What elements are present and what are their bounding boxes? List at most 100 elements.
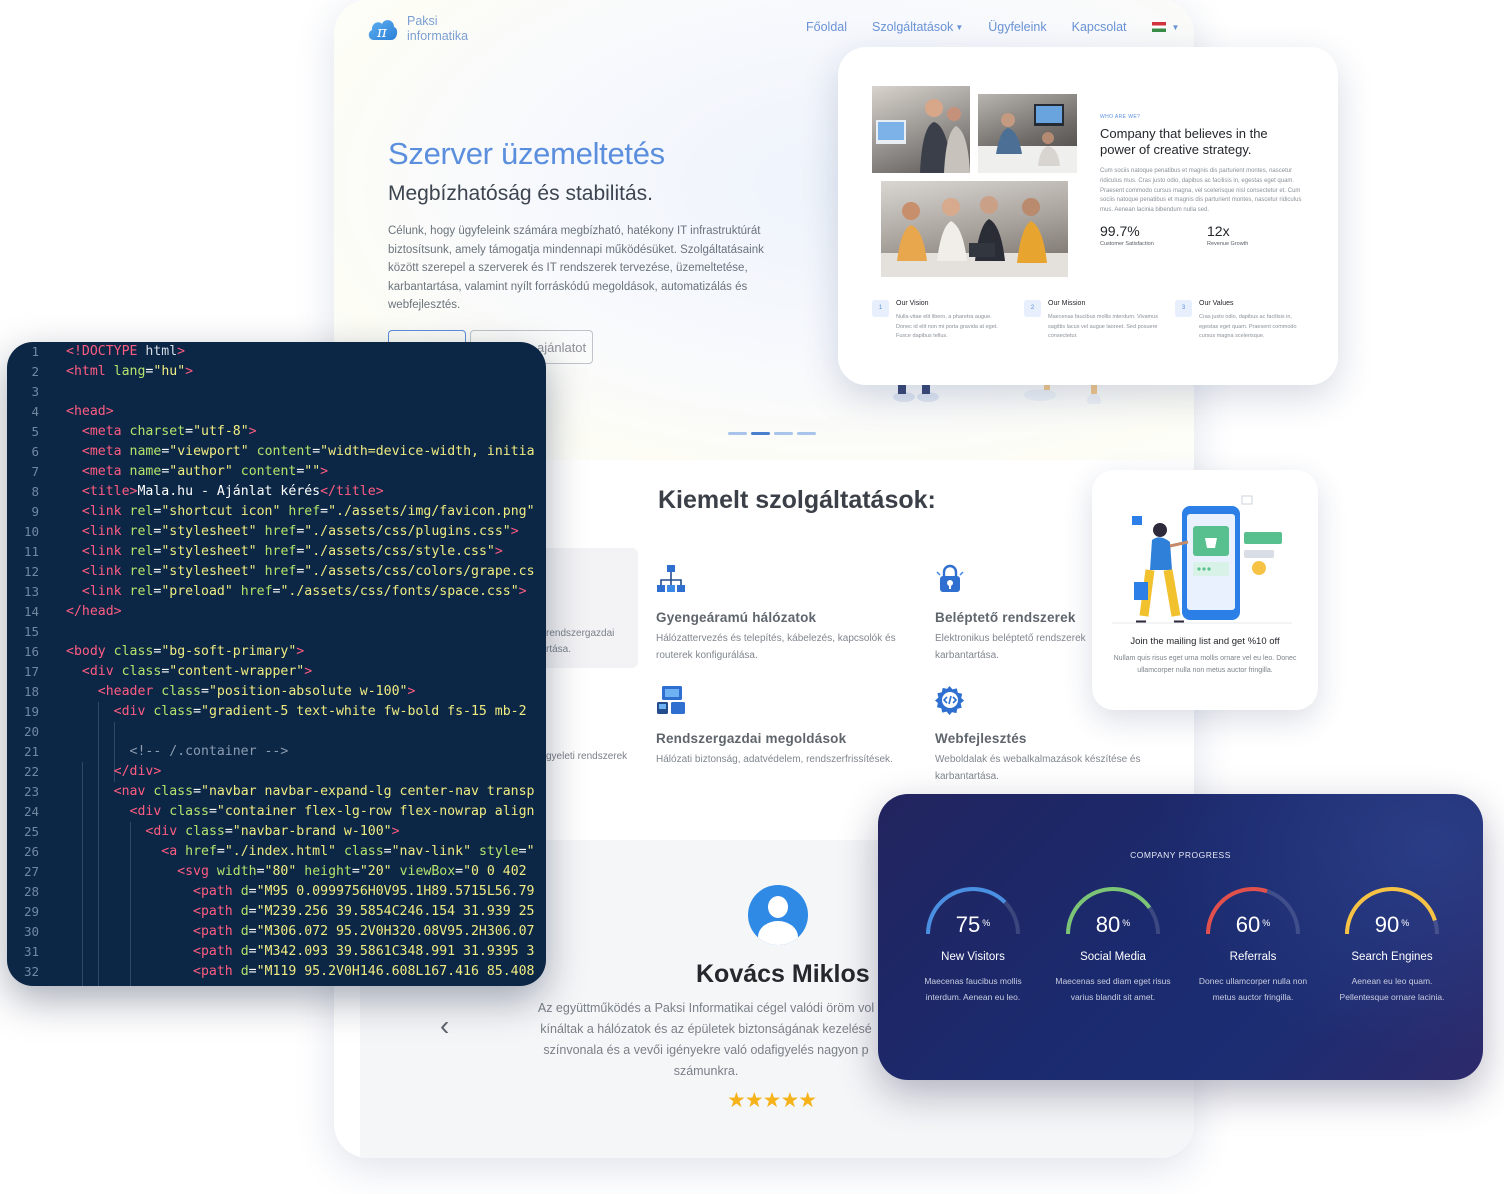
code-text: <title>Mala.hu - Ajánlat kérés</title>: [81, 484, 384, 499]
caret-down-icon: ▼: [955, 22, 964, 32]
gauge-unit: %: [1262, 918, 1271, 928]
services-section-title: Kiemelt szolgáltatások:: [658, 486, 936, 514]
about-card: WHO ARE WE? Company that believes in the…: [838, 47, 1338, 385]
line-number: 22: [23, 764, 39, 779]
service-item[interactable]: Gyengeáramú hálózatok Hálózattervezés és…: [656, 564, 896, 664]
company-progress-card: COMPANY PROGRESS 75% New Visitors Maecenas…: [878, 794, 1483, 1080]
network-icon: [657, 565, 685, 592]
code-text: <meta charset="utf-8">: [81, 424, 257, 439]
code-text: <!-- /.container -->: [66, 744, 289, 759]
nav-item-home[interactable]: Főoldal: [806, 20, 847, 34]
stat-value: 99.7%: [1100, 223, 1140, 239]
line-number: 4: [31, 404, 39, 419]
gauge-unit: %: [1401, 918, 1410, 928]
language-selector[interactable]: ▼: [1151, 22, 1180, 32]
stat-value: 12x: [1207, 223, 1230, 239]
gauge-value: 75%: [908, 912, 1038, 938]
line-number: 18: [23, 684, 39, 699]
shopping-phone-illustration: [1112, 495, 1292, 624]
item-text: Nulla vitae elit libero, a pharetra augu…: [896, 314, 998, 339]
code-text: <path d="M239.256 39.5854C246.154 31.939…: [193, 904, 535, 919]
nav-item-clients[interactable]: Ügyfeleink: [988, 20, 1046, 34]
button-label: ajánlatot: [537, 340, 587, 355]
testimonial-name: Kovács Miklos: [696, 960, 870, 988]
gauge-label: Social Media: [1080, 951, 1146, 963]
service-title: Webfejlesztés: [935, 731, 1027, 746]
item-title: Our Values: [1199, 300, 1234, 307]
gauge-number: 60: [1235, 912, 1261, 937]
cloud-pi-logo-icon: π: [366, 14, 398, 44]
progress-title: COMPANY PROGRESS: [1130, 850, 1231, 860]
about-title: Company that believes in the power of cr…: [1100, 126, 1268, 157]
line-number: 28: [23, 884, 39, 899]
service-title: Gyengeáramú hálózatok: [656, 610, 817, 625]
code-text: <link rel="stylesheet" href="./assets/cs…: [81, 564, 535, 579]
line-number: 32: [23, 964, 39, 979]
line-number: 24: [23, 804, 39, 819]
code-text: <nav class="navbar navbar-expand-lg cent…: [113, 784, 535, 799]
line-number: 5: [31, 424, 39, 439]
stat-item: 99.7% Customer Satisfaction: [1100, 223, 1154, 247]
service-description: Elektronikus beléptető rendszerek karban…: [935, 633, 1086, 661]
line-number: 15: [23, 624, 39, 639]
code-text: <body class="bg-soft-primary">: [66, 644, 305, 659]
nav-label: Kapcsolat: [1071, 20, 1127, 34]
code-text: <link rel="preload" href="./assets/css/f…: [81, 584, 527, 599]
item-text: Cras justo odio, dapibus ac facilisis in…: [1199, 314, 1297, 339]
carousel-dot[interactable]: [797, 432, 816, 435]
code-text: <path d="M306.072 95.2V0H320.08V95.2H306…: [193, 924, 535, 939]
item-title: Our Mission: [1048, 300, 1086, 307]
code-text: </div>: [113, 764, 162, 779]
line-number: 11: [23, 544, 39, 559]
item-title: Our Vision: [896, 300, 929, 307]
gauge-description: Maecenas faucibus mollis interdum. Aenea…: [924, 976, 1022, 1002]
code-text: </head>: [66, 604, 122, 619]
nav-item-services[interactable]: Szolgáltatások ▼: [872, 20, 963, 34]
number-badge: 3: [1175, 300, 1192, 317]
line-number: 26: [23, 844, 39, 859]
line-number: 3: [31, 384, 39, 399]
gauge-number: 75: [955, 912, 981, 937]
stat-label: Revenue Growth: [1207, 241, 1249, 247]
illustration-feet-icon: [893, 382, 939, 402]
code-text: <html lang="hu">: [66, 364, 194, 379]
service-fragment-text: gyeleti rendszerek: [546, 751, 628, 762]
testimonial-quote: Az együttműködés a Paksi Informatikai cé…: [537, 1001, 875, 1078]
line-number: 14: [23, 604, 39, 619]
caret-down-icon: ▼: [1171, 22, 1180, 32]
nav-item-contact[interactable]: Kapcsolat: [1072, 20, 1127, 34]
service-item[interactable]: Beléptető rendszerek Elektronikus belépt…: [935, 564, 1087, 664]
rating-stars: ★★★★★: [727, 1089, 817, 1112]
chevron-left-icon[interactable]: ‹: [440, 1010, 449, 1042]
team-photo: [872, 86, 970, 173]
service-item[interactable]: Rendszergazdai megoldások Hálózati bizto…: [656, 685, 896, 769]
service-title: Rendszergazdai megoldások: [656, 731, 847, 746]
gauge-description: Aenean eu leo quam. Pellentesque ornare …: [1339, 976, 1445, 1002]
code-text: <head>: [66, 404, 114, 419]
carousel-dot-active[interactable]: [751, 432, 770, 435]
line-number: 2: [31, 364, 39, 379]
code-text: <meta name="author" content="">: [81, 464, 329, 479]
gauge-value: 90%: [1327, 912, 1457, 938]
number-badge: 2: [1024, 300, 1041, 317]
gauge-unit: %: [982, 918, 991, 928]
gauge-label: Search Engines: [1351, 951, 1433, 963]
gauge-unit: %: [1122, 918, 1131, 928]
line-number: 25: [23, 824, 39, 839]
line-number: 8: [31, 484, 39, 499]
line-number: 9: [31, 504, 39, 519]
line-number: 1: [31, 344, 39, 359]
code-text: <div class="navbar-brand w-100">: [145, 824, 400, 839]
illustration-feet-icon: [1024, 382, 1101, 404]
logo[interactable]: π Paksi informatika: [366, 14, 468, 44]
number-badge: 1: [872, 300, 889, 317]
nav-label: Szolgáltatások: [872, 20, 954, 34]
line-number: 19: [23, 704, 39, 719]
access-lock-icon: [936, 564, 964, 592]
logo-text: Paksi informatika: [407, 14, 468, 44]
line-number: 7: [31, 464, 39, 479]
collage-canvas: π Paksi informatika Főoldal Szolgáltatás…: [0, 0, 1504, 1194]
carousel-dot[interactable]: [774, 432, 793, 435]
carousel-dot[interactable]: [728, 432, 747, 435]
code-text: <path d="M95 0.0999756H0V95.1H89.5715L56…: [193, 884, 535, 899]
